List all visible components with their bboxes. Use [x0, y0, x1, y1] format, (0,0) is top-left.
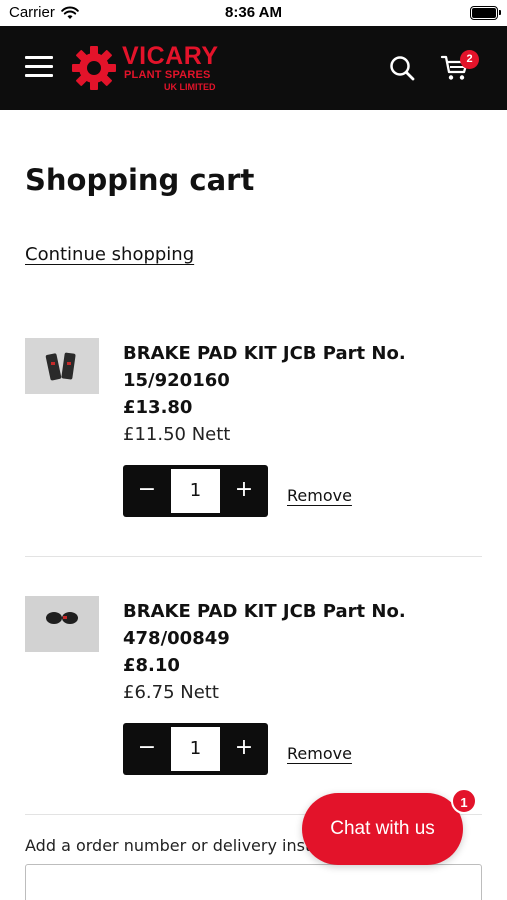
page-title: Shopping cart	[25, 163, 255, 197]
chat-notification-badge: 1	[451, 788, 477, 814]
increase-quantity-button[interactable]: +	[220, 465, 268, 517]
logo-suffix: UK LIMITED	[164, 82, 216, 92]
product-name[interactable]: BRAKE PAD KIT JCB Part No. 15/920160	[123, 340, 453, 394]
quantity-stepper: − 1 +	[123, 723, 268, 775]
remove-item-link[interactable]: Remove	[287, 744, 352, 763]
product-price: £8.10	[123, 655, 180, 676]
brake-pad-image	[25, 596, 99, 652]
logo-name: VICARY	[122, 42, 219, 70]
product-price: £13.80	[123, 397, 193, 418]
gear-logo-icon	[72, 46, 116, 90]
product-thumbnail[interactable]	[25, 338, 99, 394]
continue-shopping-link[interactable]: Continue shopping	[25, 244, 194, 265]
logo-subtitle: PLANT SPARES	[124, 69, 211, 81]
product-nett-price: £6.75 Nett	[123, 682, 219, 703]
site-header: VICARY PLANT SPARES UK LIMITED 2	[0, 26, 507, 110]
status-bar: Carrier 8:36 AM	[0, 0, 507, 26]
brand-logo[interactable]: VICARY PLANT SPARES UK LIMITED	[70, 42, 230, 96]
remove-item-link[interactable]: Remove	[287, 486, 352, 505]
decrease-quantity-button[interactable]: −	[123, 723, 171, 775]
battery-icon	[470, 6, 501, 20]
product-name[interactable]: BRAKE PAD KIT JCB Part No. 478/00849	[123, 598, 453, 652]
decrease-quantity-button[interactable]: −	[123, 465, 171, 517]
quantity-input[interactable]: 1	[171, 727, 220, 771]
status-time: 8:36 AM	[225, 4, 282, 21]
product-thumbnail[interactable]	[25, 596, 99, 652]
order-instructions-label: Add a order number or delivery instructi…	[25, 836, 315, 855]
quantity-stepper: − 1 +	[123, 465, 268, 517]
menu-icon[interactable]	[25, 56, 55, 78]
quantity-input[interactable]: 1	[171, 469, 220, 513]
brake-pad-image	[25, 338, 99, 394]
item-divider	[25, 556, 482, 557]
increase-quantity-button[interactable]: +	[220, 723, 268, 775]
order-instructions-field[interactable]	[25, 864, 482, 900]
cart-item: BRAKE PAD KIT JCB Part No. 478/00849 £8.…	[0, 596, 507, 796]
product-nett-price: £11.50 Nett	[123, 424, 231, 445]
chat-with-us-button[interactable]: Chat with us	[302, 793, 463, 865]
cart-item: BRAKE PAD KIT JCB Part No. 15/920160 £13…	[0, 338, 507, 538]
search-icon[interactable]	[388, 54, 416, 82]
cart-count-badge: 2	[460, 50, 479, 69]
